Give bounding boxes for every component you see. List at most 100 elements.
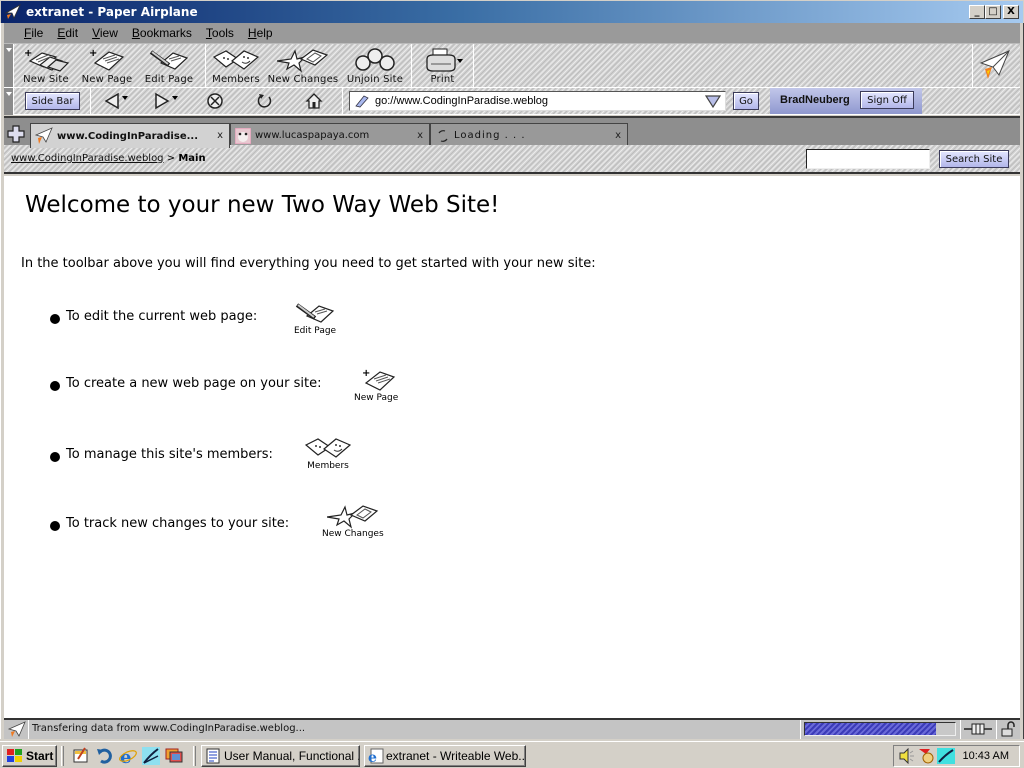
bullet-icon <box>50 521 60 531</box>
tab-lucaspapaya[interactable]: www.lucaspapaya.com x <box>230 123 430 147</box>
status-separator <box>28 720 29 739</box>
list-item: To track new changes to your site: <box>50 516 289 531</box>
menu-bookmarks[interactable]: Bookmarks <box>132 26 192 40</box>
new-site-label: New Site <box>23 74 69 85</box>
window-title: extranet - Paper Airplane <box>26 5 198 19</box>
tab-close-icon[interactable]: x <box>217 130 223 141</box>
breadcrumb-site-link[interactable]: www.CodingInParadise.weblog <box>11 153 164 164</box>
members-button[interactable]: Members <box>206 44 266 88</box>
status-separator <box>996 720 997 739</box>
new-changes-icon <box>326 505 379 529</box>
toolbar-group-site: Members New Changes Unjoin Site <box>206 44 412 88</box>
tab-strip: www.CodingInParadise... x www.lucaspapay… <box>4 116 1020 148</box>
tab-close-icon[interactable]: x <box>417 130 423 141</box>
minimize-button[interactable]: _ <box>969 5 985 19</box>
screen-capture-icon[interactable] <box>165 747 183 765</box>
reload-icon[interactable] <box>256 92 274 110</box>
go-button[interactable]: Go <box>733 92 759 110</box>
tab-coding-in-paradise[interactable]: www.CodingInParadise... x <box>30 123 230 148</box>
system-tray: 10:43 AM <box>893 745 1020 767</box>
search-site-button[interactable]: Search Site <box>939 150 1009 168</box>
openoffice-icon[interactable] <box>142 747 160 765</box>
list-item-text: To create a new web page on your site: <box>66 376 322 391</box>
back-icon[interactable] <box>104 92 132 110</box>
internet-explorer-icon[interactable]: e <box>119 747 137 765</box>
document-icon <box>206 748 220 764</box>
network-tray-icon[interactable] <box>918 748 936 764</box>
unjoin-site-button[interactable]: Unjoin Site <box>340 44 410 88</box>
search-site-label: Search Site <box>945 153 1003 165</box>
page-heading: Welcome to your new Two Way Web Site! <box>25 192 500 218</box>
maximize-button[interactable]: □ <box>985 5 1001 19</box>
task-user-manual[interactable]: User Manual, Functional ... <box>201 745 360 767</box>
paper-airplane-icon <box>35 127 53 144</box>
sign-off-button[interactable]: Sign Off <box>860 91 914 109</box>
members-link-label: Members <box>307 461 349 471</box>
new-changes-link[interactable]: New Changes <box>322 503 384 539</box>
menu-view[interactable]: View <box>92 26 118 40</box>
taskbar-handle <box>193 746 196 766</box>
openoffice-tray-icon[interactable] <box>937 748 955 764</box>
show-desktop-icon[interactable] <box>72 747 90 765</box>
edit-page-link[interactable]: Edit Page <box>294 300 336 336</box>
navbar-grip[interactable] <box>4 88 14 115</box>
url-input[interactable]: go://www.CodingInParadise.weblog <box>349 91 726 111</box>
status-separator <box>960 720 961 739</box>
sign-off-label: Sign Off <box>867 94 907 106</box>
menu-edit[interactable]: Edit <box>57 26 78 40</box>
edit-page-button[interactable]: Edit Page <box>138 44 200 88</box>
forward-icon[interactable] <box>154 92 182 110</box>
list-item: To edit the current web page: <box>50 309 257 324</box>
new-changes-link-label: New Changes <box>322 529 384 539</box>
volume-icon[interactable] <box>898 748 916 764</box>
new-page-button[interactable]: + New Page <box>76 44 138 88</box>
tab-loading[interactable]: Loading . . . x <box>430 123 628 147</box>
maximize-icon: □ <box>988 6 998 17</box>
search-input[interactable] <box>806 149 930 169</box>
navbar-separator <box>90 88 91 114</box>
list-item-text: To track new changes to your site: <box>66 516 290 531</box>
sidebar-button[interactable]: Side Bar <box>25 92 80 110</box>
stop-icon[interactable] <box>206 92 224 110</box>
connection-icon <box>964 723 992 735</box>
username: BradNeuberg <box>780 94 850 106</box>
toolbar-group-print: Print <box>412 44 474 88</box>
members-link[interactable]: Members <box>304 435 352 471</box>
status-separator <box>800 720 801 739</box>
start-label: Start <box>26 749 54 763</box>
windows-logo-icon <box>7 749 22 762</box>
menu-tools[interactable]: Tools <box>206 26 234 40</box>
toolbar-grip[interactable] <box>4 44 14 87</box>
url-dropdown-icon[interactable] <box>705 95 721 108</box>
edit-page-label: Edit Page <box>144 74 194 85</box>
paper-airplane-icon <box>5 4 21 20</box>
svg-text:+: + <box>362 368 370 379</box>
home-icon[interactable] <box>305 92 323 110</box>
window-frame-right <box>1020 23 1024 741</box>
taskbar-handle <box>61 746 64 766</box>
go-label: Go <box>739 95 753 107</box>
task-label: extranet - Writeable Web... <box>386 749 526 763</box>
status-bar: Transfering data from www.CodingInParadi… <box>4 718 1020 739</box>
new-page-link[interactable]: + New Page <box>354 367 398 403</box>
progress-bar <box>804 722 956 736</box>
print-button[interactable]: Print <box>412 44 473 88</box>
breadcrumb-separator: > <box>166 153 176 164</box>
new-tab-icon[interactable] <box>7 125 25 143</box>
menu-help[interactable]: Help <box>248 26 273 40</box>
tab-title: Loading . . . <box>454 130 526 141</box>
toolbar-group-pages: + New Site + New Page Edit Page <box>16 44 206 88</box>
refresh-quicklaunch-icon[interactable] <box>96 747 114 765</box>
breadcrumb-current: Main <box>178 153 206 164</box>
tab-close-icon[interactable]: x <box>615 130 621 141</box>
edit-page-icon <box>149 50 189 70</box>
close-button[interactable]: X <box>1003 5 1019 19</box>
new-changes-button[interactable]: New Changes <box>266 44 340 88</box>
start-button[interactable]: Start <box>2 745 57 767</box>
task-extranet[interactable]: e extranet - Writeable Web... <box>364 745 526 767</box>
new-site-button[interactable]: + New Site <box>16 44 76 88</box>
menu-file[interactable]: File <box>24 26 43 40</box>
paper-airplane-logo-icon <box>979 50 1010 79</box>
url-text: go://www.CodingInParadise.weblog <box>375 95 549 107</box>
close-icon: X <box>1007 6 1015 17</box>
